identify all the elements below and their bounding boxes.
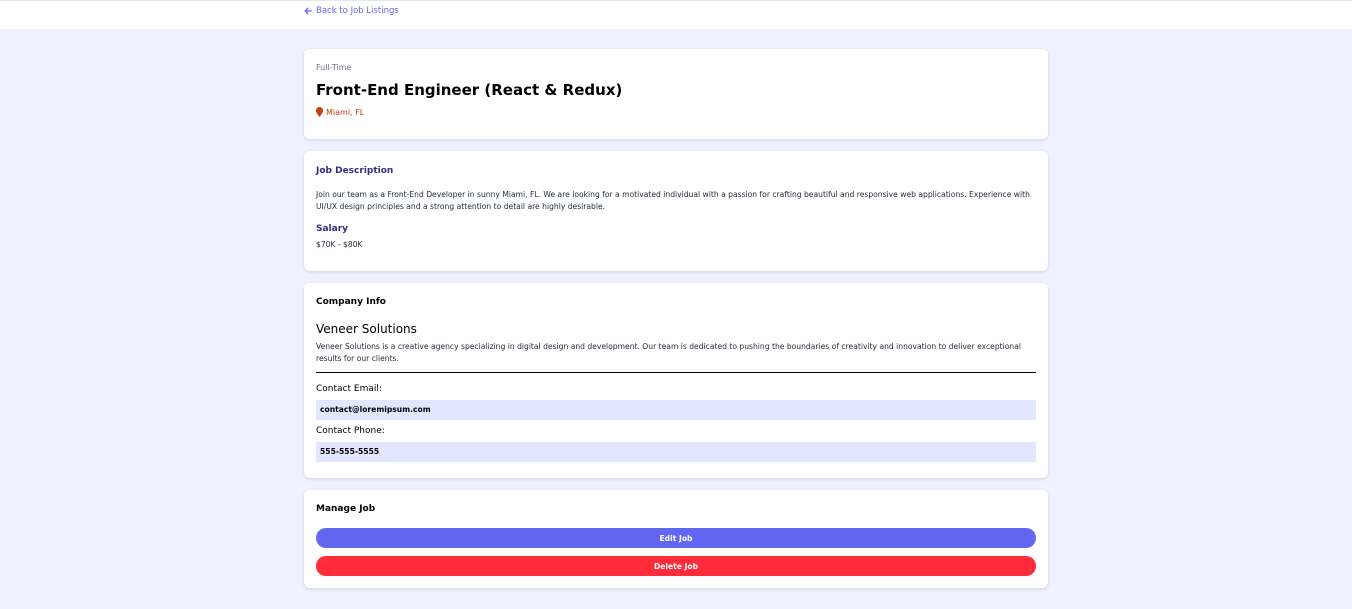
- job-title: Front-End Engineer (React & Redux): [316, 81, 623, 99]
- contact-phone-label: Contact Phone:: [316, 426, 385, 436]
- salary-value: $70K - $80K: [316, 240, 363, 249]
- contact-email-label: Contact Email:: [316, 384, 382, 394]
- manage-job-card: Manage Job Edit Job Delete Job: [304, 490, 1048, 588]
- contact-phone-value: 555-555-5555: [316, 442, 1036, 462]
- top-nav-bar: Back to Job Listings: [0, 0, 1352, 29]
- job-description-card: Job Description Join our team as a Front…: [304, 151, 1048, 271]
- location-text: Miami, FL: [326, 107, 365, 117]
- back-link-label: Back to Job Listings: [316, 6, 399, 16]
- description-text: Join our team as a Front-End Developer i…: [316, 190, 1030, 211]
- back-to-listings-link[interactable]: Back to Job Listings: [304, 6, 399, 16]
- company-info-heading: Company Info: [316, 297, 386, 307]
- salary-heading: Salary: [316, 224, 349, 234]
- contact-email-value: contact@loremipsum.com: [316, 400, 1036, 420]
- company-name: Veneer Solutions: [316, 322, 417, 336]
- job-location: Miami, FL: [316, 107, 364, 117]
- arrow-left-icon: [304, 7, 312, 15]
- company-info-card: Company Info Veneer Solutions Veneer Sol…: [304, 283, 1048, 478]
- divider: [316, 372, 1036, 373]
- company-description: Veneer Solutions is a creative agency sp…: [316, 342, 1021, 363]
- job-type-label: Full-Time: [316, 63, 352, 72]
- job-header-card: Full-Time Front-End Engineer (React & Re…: [304, 49, 1048, 139]
- description-heading: Job Description: [316, 166, 394, 176]
- map-marker-icon: [316, 107, 323, 117]
- delete-job-button[interactable]: Delete Job: [316, 556, 1036, 576]
- manage-job-heading: Manage Job: [316, 504, 376, 514]
- edit-job-button[interactable]: Edit Job: [316, 528, 1036, 548]
